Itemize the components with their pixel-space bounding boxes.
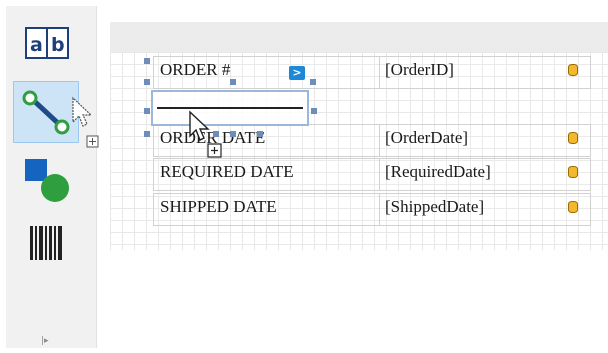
table-row[interactable]: ORDER # [OrderID] <box>153 56 591 89</box>
label-tool[interactable]: a b <box>13 18 79 70</box>
row-field[interactable]: [ShippedDate] <box>385 194 484 225</box>
row-label[interactable]: ORDER # <box>160 57 230 88</box>
barcode-tool[interactable] <box>13 216 79 268</box>
cell-divider <box>379 194 380 225</box>
database-field-icon <box>568 64 578 76</box>
cell-divider <box>379 125 380 156</box>
resize-handle[interactable] <box>144 79 150 85</box>
drop-cursor-icon <box>189 110 222 158</box>
row-field[interactable]: [OrderDate] <box>385 125 468 156</box>
row-field[interactable]: [RequiredDate] <box>385 159 491 190</box>
database-field-icon <box>568 132 578 144</box>
cell-divider <box>379 159 380 190</box>
line-shape <box>157 107 303 109</box>
cell-divider <box>379 57 380 88</box>
drag-cursor-icon <box>72 96 99 148</box>
expand-panel-icon[interactable]: |▸ <box>41 336 49 346</box>
resize-handle[interactable] <box>144 108 150 114</box>
resize-handle[interactable] <box>230 79 236 85</box>
resize-handle[interactable] <box>230 131 236 137</box>
report-band-header <box>110 22 608 52</box>
svg-text:b: b <box>51 34 65 56</box>
barcode-icon <box>30 226 62 260</box>
line-tool[interactable] <box>13 81 79 143</box>
row-label[interactable]: SHIPPED DATE <box>160 194 277 225</box>
resize-handle[interactable] <box>144 131 150 137</box>
database-field-icon <box>568 166 578 178</box>
database-field-icon <box>568 201 578 213</box>
row-field[interactable]: [OrderID] <box>385 57 454 88</box>
resize-handle[interactable] <box>257 131 263 137</box>
resize-handle[interactable] <box>144 58 150 64</box>
line-control-preview[interactable] <box>151 90 309 126</box>
resize-handle[interactable] <box>310 79 316 85</box>
shape-tool[interactable] <box>13 154 79 206</box>
resize-handle[interactable] <box>311 108 317 114</box>
shape-icon <box>25 159 69 202</box>
table-row[interactable]: SHIPPED DATE [ShippedDate] <box>153 193 591 226</box>
smart-tag-button[interactable]: > <box>289 66 305 80</box>
svg-text:a: a <box>30 34 43 56</box>
label-ab-icon: a b <box>25 27 69 59</box>
toolbox-panel: a b |▸ <box>6 6 97 348</box>
